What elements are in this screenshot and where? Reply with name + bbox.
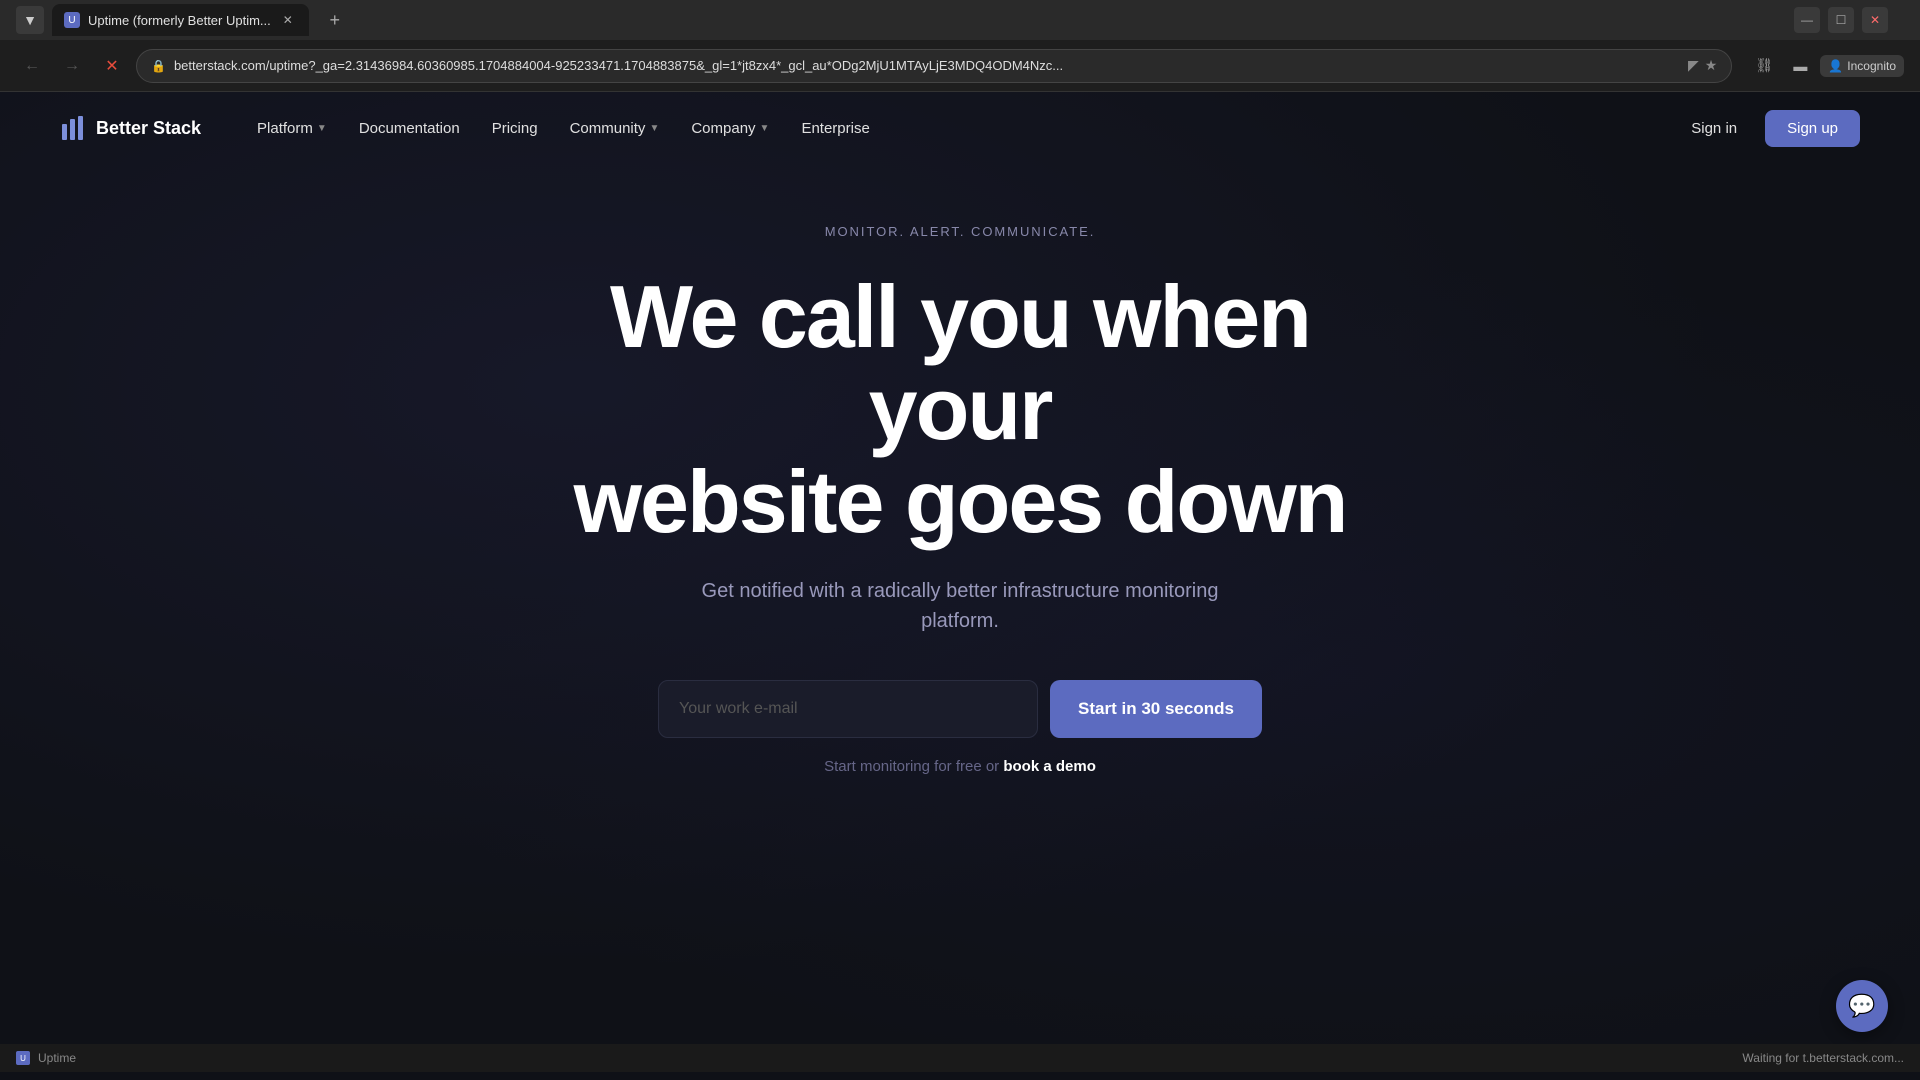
nav-company-label: Company xyxy=(691,120,755,137)
logo-text: Better Stack xyxy=(96,118,201,139)
bookmark-icon: ★ xyxy=(1705,57,1718,74)
status-loading-text: Waiting for t.betterstack.com... xyxy=(1742,1051,1904,1065)
logo-icon xyxy=(60,114,88,142)
window-controls: — ☐ ✕ xyxy=(1794,7,1888,33)
hero-section: MONITOR. ALERT. COMMUNICATE. We call you… xyxy=(0,164,1920,815)
nav-documentation-label: Documentation xyxy=(359,120,460,137)
community-chevron-icon: ▼ xyxy=(649,123,659,134)
nav-enterprise[interactable]: Enterprise xyxy=(785,112,885,145)
nav-documentation[interactable]: Documentation xyxy=(343,112,476,145)
tab-close-button[interactable]: ✕ xyxy=(279,11,297,29)
incognito-button[interactable]: 👤 Incognito xyxy=(1820,55,1904,77)
extensions-button[interactable]: ▬ xyxy=(1784,50,1816,82)
nav-company[interactable]: Company ▼ xyxy=(675,112,785,145)
sign-up-label: Sign up xyxy=(1787,120,1838,137)
cta-button-label: Start in 30 seconds xyxy=(1078,699,1234,718)
nav-pricing-label: Pricing xyxy=(492,120,538,137)
sign-up-button[interactable]: Sign up xyxy=(1765,110,1860,147)
browser-tab[interactable]: U Uptime (formerly Better Uptim... ✕ xyxy=(52,4,309,36)
logo-link[interactable]: Better Stack xyxy=(60,114,201,142)
platform-chevron-icon: ▼ xyxy=(317,123,327,134)
profile-button[interactable]: ⛓ xyxy=(1748,50,1780,82)
tab-title: Uptime (formerly Better Uptim... xyxy=(88,13,271,28)
incognito-label: Incognito xyxy=(1847,59,1896,73)
nav-community[interactable]: Community ▼ xyxy=(554,112,676,145)
cast-icon: ◤ xyxy=(1688,57,1699,74)
sign-in-button[interactable]: Sign in xyxy=(1675,112,1753,145)
status-favicon: U xyxy=(16,1051,30,1065)
address-text: betterstack.com/uptime?_ga=2.31436984.60… xyxy=(174,58,1680,73)
browser-toolbar: ← → ✕ 🔒 betterstack.com/uptime?_ga=2.314… xyxy=(0,40,1920,92)
email-input[interactable] xyxy=(658,680,1038,738)
reload-button[interactable]: ✕ xyxy=(96,50,128,82)
cta-button[interactable]: Start in 30 seconds xyxy=(1050,680,1262,738)
main-navigation: Better Stack Platform ▼ Documentation Pr… xyxy=(0,92,1920,164)
close-button[interactable]: ✕ xyxy=(1862,7,1888,33)
hero-subtitle: Get notified with a radically better inf… xyxy=(660,576,1260,636)
website-content: Better Stack Platform ▼ Documentation Pr… xyxy=(0,92,1920,1072)
address-bar[interactable]: 🔒 betterstack.com/uptime?_ga=2.31436984.… xyxy=(136,49,1732,83)
nav-enterprise-label: Enterprise xyxy=(801,120,869,137)
nav-platform[interactable]: Platform ▼ xyxy=(241,112,343,145)
company-chevron-icon: ▼ xyxy=(760,123,770,134)
status-site-name: Uptime xyxy=(38,1051,76,1065)
hero-tagline: MONITOR. ALERT. COMMUNICATE. xyxy=(825,224,1096,239)
toolbar-icons: ⛓ ▬ 👤 Incognito xyxy=(1748,50,1904,82)
browser-status-bar: U Uptime Waiting for t.betterstack.com..… xyxy=(0,1044,1920,1072)
back-button[interactable]: ← xyxy=(16,50,48,82)
hero-footer-text: Start monitoring for free or book a demo xyxy=(824,758,1096,775)
nav-links: Platform ▼ Documentation Pricing Communi… xyxy=(241,112,1675,145)
security-lock-icon: 🔒 xyxy=(151,59,166,73)
new-tab-button[interactable]: + xyxy=(321,6,349,34)
hero-title-line2: website goes down xyxy=(574,452,1347,551)
nav-actions: Sign in Sign up xyxy=(1675,110,1860,147)
book-demo-link[interactable]: book a demo xyxy=(1003,758,1096,775)
browser-chevron-btn[interactable]: ▼ xyxy=(16,6,44,34)
hero-form: Start in 30 seconds xyxy=(658,680,1262,738)
browser-title-bar: ▼ U Uptime (formerly Better Uptim... ✕ +… xyxy=(0,0,1920,40)
hero-footer-static-text: Start monitoring for free or xyxy=(824,758,1003,775)
nav-platform-label: Platform xyxy=(257,120,313,137)
nav-pricing[interactable]: Pricing xyxy=(476,112,554,145)
address-bar-icons: ◤ ★ xyxy=(1688,57,1717,74)
minimize-button[interactable]: — xyxy=(1794,7,1820,33)
browser-chrome: ▼ U Uptime (formerly Better Uptim... ✕ +… xyxy=(0,0,1920,92)
nav-community-label: Community xyxy=(570,120,646,137)
tab-favicon: U xyxy=(64,12,80,28)
maximize-button[interactable]: ☐ xyxy=(1828,7,1854,33)
chat-widget[interactable]: 💬 xyxy=(1836,980,1888,1032)
hero-title: We call you when your website goes down xyxy=(510,271,1410,548)
incognito-icon: 👤 xyxy=(1828,59,1843,73)
sign-in-label: Sign in xyxy=(1691,120,1737,137)
forward-button[interactable]: → xyxy=(56,50,88,82)
chat-icon: 💬 xyxy=(1848,993,1875,1019)
hero-title-line1: We call you when your xyxy=(610,267,1310,458)
